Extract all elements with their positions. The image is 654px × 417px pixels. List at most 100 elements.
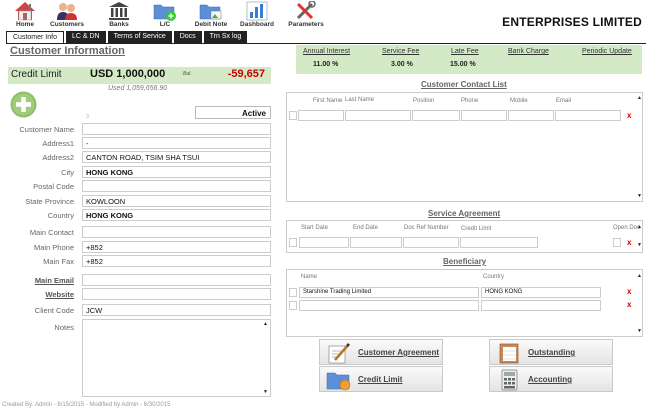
contact-col-phone: Phone (461, 98, 479, 104)
address1-input[interactable]: - (82, 137, 271, 149)
field-row-address1: Address1 - (0, 137, 272, 149)
beneficiary-country-input[interactable] (481, 300, 601, 311)
notes-scroll-down-icon[interactable]: ▼ (263, 389, 268, 395)
tab-customer-info[interactable]: Customer Info (6, 31, 64, 43)
notes-textarea[interactable]: ▲ ▼ (82, 319, 271, 397)
service-fee-label[interactable]: Service Fee (382, 48, 419, 55)
website-label[interactable]: Website (45, 290, 74, 299)
contact-phone-input[interactable] (461, 110, 507, 121)
calendar-book-icon (499, 343, 519, 364)
periodic-update-label[interactable]: Periodic Update (582, 48, 632, 55)
contact-position-input[interactable] (412, 110, 460, 121)
audit-footer: Created By: Admin - 6/15/2015 - Modified… (2, 402, 171, 408)
service-credit-limit-input[interactable] (460, 237, 538, 248)
toolbar-dashboard-button[interactable]: Dashboard (235, 0, 279, 30)
contact-col-last-name: Last Name (345, 97, 375, 103)
contact-first-name-input[interactable] (298, 110, 344, 121)
toolbar-debit-note-button[interactable]: Debit Note (189, 0, 233, 30)
late-fee-label[interactable]: Late Fee (451, 48, 479, 55)
document-pen-icon (328, 343, 350, 364)
credit-limit-bar: Credit Limit USD 1,000,000 Bal. -59,657 (8, 67, 271, 84)
service-open-doc-checkbox[interactable] (613, 238, 621, 247)
outstanding-button[interactable]: Outstanding (489, 339, 613, 365)
accounting-button[interactable]: Accounting (489, 366, 613, 392)
toolbar-lc-button[interactable]: L/C (143, 0, 187, 30)
contact-scroll-down-icon[interactable]: ▼ (637, 193, 643, 199)
plus-circle-icon (10, 91, 37, 118)
bank-charge-label[interactable]: Bank Charge (508, 48, 549, 55)
client-code-input[interactable]: JCW (82, 304, 271, 316)
bank-icon (109, 2, 129, 20)
address2-input[interactable]: CANTON ROAD, TSIM SHA TSUI (82, 151, 271, 163)
tab-lc-dn[interactable]: LC & DN (65, 31, 106, 43)
field-row-main-contact: Main Contact (0, 226, 272, 238)
tab-bar: Customer Info LC & DN Terms of Service D… (6, 31, 249, 43)
main-email-label[interactable]: Main Email (35, 276, 74, 285)
status-field[interactable]: Active (195, 106, 271, 119)
main-email-input[interactable] (82, 274, 271, 286)
state-province-input[interactable]: KOWLOON (82, 195, 271, 207)
tab-terms-of-service[interactable]: Terms of Service (107, 31, 172, 43)
beneficiary-name-input[interactable] (299, 300, 479, 311)
tab-trn-sx-log[interactable]: Trn Sx log (203, 31, 248, 43)
tab-docs[interactable]: Docs (173, 31, 202, 43)
beneficiary-country-input[interactable]: HONG KONG (481, 287, 601, 298)
toolbar-customers-button[interactable]: Customers (45, 0, 89, 30)
contact-mobile-input[interactable] (508, 110, 554, 121)
section-title: Customer Information (10, 45, 125, 57)
notes-scroll-up-icon[interactable]: ▲ (263, 321, 268, 327)
contact-col-position: Position (413, 98, 435, 104)
service-row-select[interactable] (289, 238, 297, 247)
beneficiary-delete-icon[interactable]: x (627, 287, 631, 296)
beneficiary-row-select[interactable] (289, 288, 297, 297)
service-scroll-up-icon[interactable]: ▲ (637, 224, 643, 230)
add-customer-button[interactable] (10, 91, 37, 118)
service-delete-icon[interactable]: x (627, 238, 631, 247)
country-input[interactable]: HONG KONG (82, 209, 271, 221)
main-phone-label: Main Phone (33, 243, 74, 252)
outstanding-label: Outstanding (528, 348, 576, 357)
credit-limit-button-label: Credit Limit (358, 375, 403, 384)
beneficiary-row-select[interactable] (289, 301, 297, 310)
field-row-postal-code: Postal Code (0, 180, 272, 192)
toolbar-home-button[interactable]: Home (3, 0, 47, 30)
beneficiary-scroll-down-icon[interactable]: ▼ (637, 328, 643, 334)
customer-name-input[interactable] (82, 123, 271, 135)
toolbar-parameters-button[interactable]: Parameters (284, 0, 328, 30)
credit-limit-button[interactable]: Credit Limit (319, 366, 443, 392)
beneficiary-col-name: Name (301, 274, 318, 280)
service-doc-ref-input[interactable] (403, 237, 459, 248)
contact-list-title: Customer Contact List (421, 80, 507, 89)
service-scroll-down-icon[interactable]: ▼ (637, 242, 643, 248)
field-row-city: City HONG KONG (0, 166, 272, 178)
city-input[interactable]: HONG KONG (82, 166, 271, 178)
notes-label: Notes (54, 323, 74, 332)
contact-scroll-up-icon[interactable]: ▲ (637, 95, 643, 101)
main-phone-input[interactable]: +852 (82, 241, 271, 253)
website-input[interactable] (82, 288, 271, 300)
beneficiary-name-input[interactable]: Starshine Trading Limited (299, 287, 479, 298)
service-col-open-doc: Open Doc (613, 225, 641, 231)
service-start-date-input[interactable] (299, 237, 349, 248)
field-row-customer-name: Customer Name (0, 123, 272, 135)
credit-limit-amount: USD 1,000,000 (90, 68, 166, 80)
contact-email-input[interactable] (555, 110, 621, 121)
used-amount-text: Used 1,059,656.90 (108, 85, 168, 92)
beneficiary-delete-icon[interactable]: x (627, 300, 631, 309)
main-contact-input[interactable] (82, 226, 271, 238)
beneficiary-scroll-up-icon[interactable]: ▲ (637, 273, 643, 279)
address1-label: Address1 (42, 139, 74, 148)
postal-code-input[interactable] (82, 180, 271, 192)
contact-row-select[interactable] (289, 111, 297, 120)
company-name: ENTERPRISES LIMITED (502, 15, 642, 29)
toolbar-customers-label: Customers (50, 21, 84, 28)
service-end-date-input[interactable] (350, 237, 402, 248)
toolbar-lc-label: L/C (159, 21, 171, 28)
toolbar-banks-button[interactable]: Banks (97, 0, 141, 30)
main-fax-input[interactable]: +852 (82, 255, 271, 267)
contact-delete-icon[interactable]: x (627, 111, 631, 120)
contact-last-name-input[interactable] (345, 110, 411, 121)
customer-agreement-button[interactable]: Customer Agreement (319, 339, 443, 365)
annual-interest-label[interactable]: Annual Interest (303, 48, 350, 55)
field-row-address2: Address2 CANTON ROAD, TSIM SHA TSUI (0, 151, 272, 163)
